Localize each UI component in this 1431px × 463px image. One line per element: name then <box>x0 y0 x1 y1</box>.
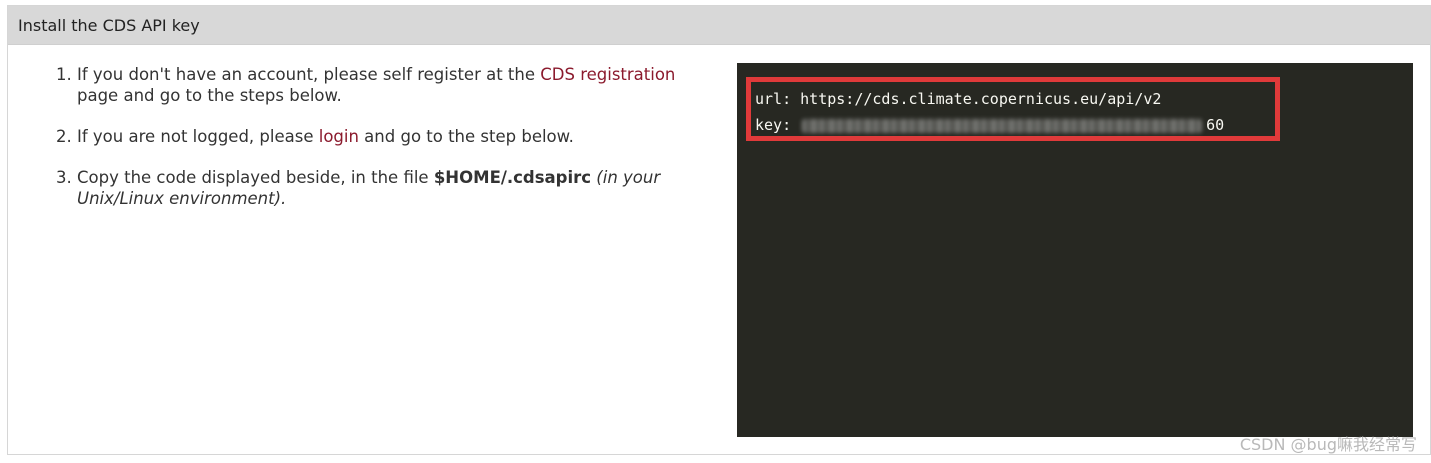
step-item: 3. Copy the code displayed beside, in th… <box>56 167 716 209</box>
key-suffix: 60 <box>1206 116 1225 134</box>
api-key-panel: Install the CDS API key 1. If you don't … <box>7 5 1431 455</box>
redacted-key <box>802 118 1203 133</box>
step-number: 1. <box>56 65 72 84</box>
step-text: If you don't have an account, please sel… <box>77 65 541 84</box>
file-path: $HOME/.cdsapirc <box>433 168 592 187</box>
panel-title: Install the CDS API key <box>18 16 200 35</box>
watermark: CSDN @bug嘛我经常写 <box>1239 435 1417 454</box>
key-label: key: <box>755 116 801 134</box>
key-line: key: 60 <box>755 115 1224 135</box>
cds-registration-link[interactable]: CDS registration <box>540 65 675 84</box>
step-text: If you are not logged, please <box>77 127 319 146</box>
step-number: 2. <box>56 127 72 146</box>
step-number: 3. <box>56 168 72 187</box>
step-item: 1. If you don't have an account, please … <box>56 64 716 106</box>
login-link[interactable]: login <box>319 127 359 146</box>
panel-header: Install the CDS API key <box>8 6 1430 45</box>
step-text: Copy the code displayed beside, in the f… <box>77 168 434 187</box>
url-line: url: https://cds.climate.copernicus.eu/a… <box>755 90 1162 108</box>
step-text: and go to the step below. <box>358 127 574 146</box>
code-block: url: https://cds.climate.copernicus.eu/a… <box>737 63 1413 437</box>
step-item: 2. If you are not logged, please login a… <box>56 126 716 147</box>
step-text: page and go to the steps below. <box>77 86 342 105</box>
instruction-steps: 1. If you don't have an account, please … <box>56 64 716 229</box>
